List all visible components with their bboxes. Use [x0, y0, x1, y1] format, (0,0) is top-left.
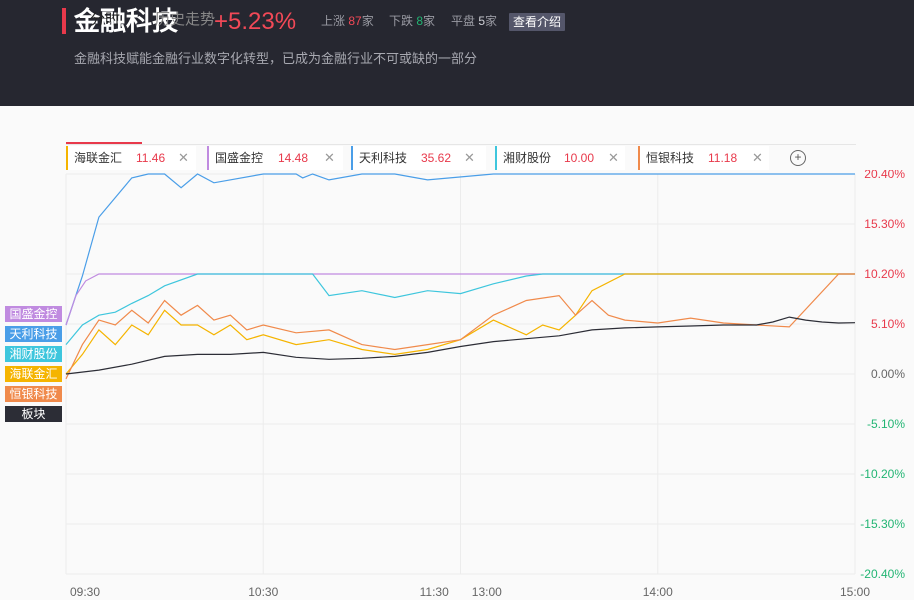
legend-item: 海联金汇 — [5, 366, 62, 382]
y-tick-label: 10.20% — [864, 267, 905, 281]
down-count-stat: 下跌 8家 — [389, 12, 435, 30]
compare-stock-tab[interactable]: 海联金汇 11.46 ✕ — [66, 146, 196, 170]
close-icon[interactable]: ✕ — [178, 146, 189, 170]
compare-stock-price: 11.46 — [136, 151, 166, 165]
compare-stock-name: 国盛金控 — [215, 151, 264, 165]
down-label: 下跌 — [389, 14, 414, 28]
compare-stock-name: 海联金汇 — [74, 151, 123, 165]
x-tick-label: 13:00 — [472, 585, 502, 599]
x-tick-label: 14:00 — [643, 585, 673, 599]
intraday-chart: 20.40% 15.30% 10.20% 5.10% 0.00% -5.10% -10.20… — [65, 170, 905, 599]
y-tick-label: 5.10% — [871, 317, 905, 331]
flat-label: 平盘 — [451, 14, 476, 28]
compare-stock-price: 35.62 — [421, 151, 452, 165]
legend-item: 国盛金控 — [5, 306, 62, 322]
up-unit: 家 — [361, 14, 374, 28]
tab-divider — [66, 144, 856, 145]
compare-stock-price: 14.48 — [278, 151, 309, 165]
compare-stock-tab[interactable]: 国盛金控 14.48 ✕ — [207, 146, 343, 170]
close-icon[interactable]: ✕ — [608, 146, 619, 170]
x-tick-label: 11:30 — [420, 585, 449, 599]
x-tick-label: 15:00 — [840, 585, 870, 599]
legend-item: 湘财股份 — [5, 346, 62, 362]
compare-stock-price: 10.00 — [564, 151, 595, 165]
up-count: 87 — [348, 14, 362, 28]
y-tick-label: -10.20% — [860, 467, 905, 481]
tab-intraday[interactable]: 分时 — [90, 10, 120, 30]
flat-count-stat: 平盘 5家 — [451, 12, 497, 30]
compare-stock-tab[interactable]: 恒银科技 11.18 ✕ — [638, 146, 769, 170]
compare-stock-price: 11.18 — [708, 151, 738, 165]
compare-stock-name: 恒银科技 — [646, 151, 695, 165]
y-tick-label: -15.30% — [860, 517, 905, 531]
sector-change: +5.23% — [214, 8, 297, 35]
x-tick-label: 09:30 — [70, 585, 100, 599]
flat-unit: 家 — [485, 14, 498, 28]
close-icon[interactable]: ✕ — [324, 146, 335, 170]
down-unit: 家 — [423, 14, 436, 28]
y-tick-label: -20.40% — [860, 567, 905, 581]
y-tick-label: 20.40% — [864, 170, 905, 181]
tab-bar — [0, 106, 914, 144]
compare-stock-tab[interactable]: 天利科技 35.62 ✕ — [351, 146, 486, 170]
sector-description: 金融科技赋能金融行业数字化转型，已成为金融行业不可或缺的一部分 — [74, 51, 478, 66]
y-tick-label: -5.10% — [867, 417, 905, 431]
close-icon[interactable]: ✕ — [464, 146, 475, 170]
compare-stock-name: 天利科技 — [359, 151, 408, 165]
up-count-stat: 上涨 87家 — [321, 12, 374, 30]
accent-bar — [62, 8, 66, 34]
compare-stock-name: 湘财股份 — [503, 151, 552, 165]
add-circle-icon[interactable]: + — [790, 150, 806, 166]
y-tick-label: 15.30% — [864, 217, 905, 231]
view-intro-button[interactable]: 查看介绍 — [509, 13, 566, 31]
compare-stock-tab[interactable]: 湘财股份 10.00 ✕ — [495, 146, 625, 170]
up-label: 上涨 — [321, 14, 346, 28]
tab-history[interactable]: 历史走势 — [155, 10, 215, 30]
legend-item: 天利科技 — [5, 326, 62, 342]
x-tick-label: 10:30 — [248, 585, 278, 599]
y-tick-label: 0.00% — [871, 367, 905, 381]
legend-item: 板块 — [5, 406, 62, 422]
close-icon[interactable]: ✕ — [752, 146, 763, 170]
legend-item: 恒银科技 — [5, 386, 62, 402]
